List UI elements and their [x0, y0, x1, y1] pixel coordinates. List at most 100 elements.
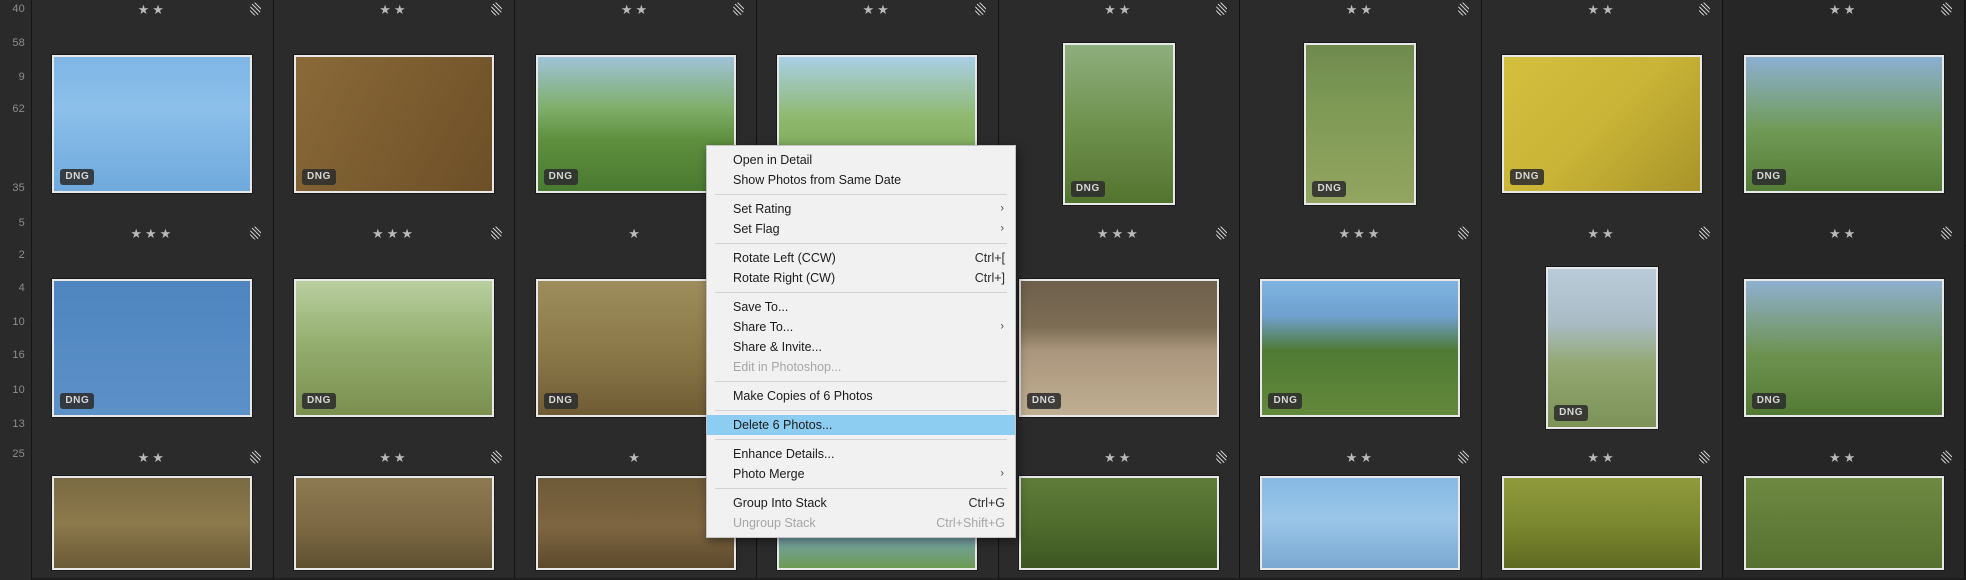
star-rating[interactable]: ★★	[1723, 451, 1964, 464]
photo-thumbnail[interactable]: DNG	[52, 279, 253, 417]
star-rating[interactable]: ★★	[999, 451, 1240, 464]
menu-item-delete-6-photos[interactable]: Delete 6 Photos...	[707, 415, 1015, 435]
photo-thumbnail[interactable]	[1018, 476, 1219, 570]
star-rating[interactable]: ★★	[32, 451, 273, 464]
photo-thumbnail[interactable]: DNG	[293, 279, 494, 417]
menu-separator	[715, 194, 1007, 195]
photo-cell[interactable]: DNG ★★	[1723, 246, 1965, 470]
gutter-number: 13	[12, 418, 25, 430]
star-rating[interactable]: ★★★	[274, 227, 515, 240]
photo-thumbnail[interactable]: DNG	[1304, 43, 1417, 205]
photo-cell[interactable]: DNG ★★	[273, 246, 516, 470]
photo-cell[interactable]: DNG ★★	[1723, 22, 1965, 246]
menu-item-label: Make Copies of 6 Photos	[733, 389, 873, 403]
star-rating[interactable]: ★★★	[999, 227, 1240, 240]
photo-cell[interactable]: DNG ★★	[998, 246, 1241, 470]
context-menu[interactable]: Open in Detail Show Photos from Same Date…	[706, 145, 1016, 538]
photo-cell[interactable]: ★★	[998, 0, 1241, 22]
star-rating[interactable]: ★★	[274, 3, 515, 16]
menu-item-rotate-left-ccw[interactable]: Rotate Left (CCW) Ctrl+[	[707, 248, 1015, 268]
photo-cell[interactable]	[1723, 470, 1965, 578]
edited-badge-icon	[1699, 226, 1711, 240]
menu-item-share-to[interactable]: Share To... ›	[707, 317, 1015, 337]
star-rating[interactable]: ★★	[32, 3, 273, 16]
menu-item-save-to[interactable]: Save To...	[707, 297, 1015, 317]
photo-cell[interactable]: ★★	[1723, 0, 1965, 22]
thumbnail-area	[1723, 470, 1964, 578]
photo-cell[interactable]: DNG ★★	[32, 246, 274, 470]
photo-cell[interactable]	[998, 470, 1241, 578]
star-rating[interactable]: ★★★	[1240, 227, 1481, 240]
photo-thumbnail[interactable]: DNG	[1546, 267, 1659, 429]
menu-item-make-copies-of-6-photos[interactable]: Make Copies of 6 Photos	[707, 386, 1015, 406]
edited-badge-icon	[1699, 450, 1711, 464]
star-rating[interactable]: ★★	[1240, 451, 1481, 464]
star-rating[interactable]: ★★★	[32, 227, 273, 240]
star-rating[interactable]: ★★	[999, 3, 1240, 16]
photo-cell[interactable]	[1481, 470, 1724, 578]
star-rating[interactable]: ★★	[1723, 3, 1964, 16]
star-rating[interactable]: ★★	[1482, 451, 1723, 464]
photo-cell[interactable]: ★★	[1240, 0, 1482, 22]
photo-thumbnail[interactable]	[1502, 476, 1703, 570]
photo-cell[interactable]: DNG ★★★	[998, 22, 1241, 246]
menu-item-enhance-details[interactable]: Enhance Details...	[707, 444, 1015, 464]
photo-cell[interactable]: DNG ★★	[1481, 246, 1724, 470]
menu-item-set-flag[interactable]: Set Flag ›	[707, 219, 1015, 239]
photo-cell[interactable]: ★★	[756, 0, 999, 22]
edited-badge-icon	[1216, 226, 1228, 240]
photo-cell[interactable]: ★★	[1481, 0, 1724, 22]
photo-cell[interactable]: DNG ★★	[1481, 22, 1724, 246]
photo-cell[interactable]: ★★	[515, 0, 757, 22]
menu-item-photo-merge[interactable]: Photo Merge ›	[707, 464, 1015, 484]
photo-thumbnail[interactable]	[52, 476, 253, 570]
star-rating[interactable]: ★★	[1482, 227, 1723, 240]
thumbnail-area: DNG	[1482, 246, 1723, 444]
star-rating[interactable]: ★★	[757, 3, 998, 16]
menu-item-set-rating[interactable]: Set Rating ›	[707, 199, 1015, 219]
photo-thumbnail[interactable]	[1260, 476, 1461, 570]
photo-cell[interactable]: ★★	[32, 0, 274, 22]
photo-thumbnail[interactable]: DNG	[1743, 55, 1944, 193]
star-rating[interactable]: ★★	[1482, 3, 1723, 16]
photo-thumbnail[interactable]: DNG	[293, 55, 494, 193]
photo-meta-bar: ★★	[1723, 444, 1964, 470]
photo-meta-bar: ★★	[274, 444, 515, 470]
menu-item-share-invite[interactable]: Share & Invite...	[707, 337, 1015, 357]
thumbnail-area	[1240, 470, 1481, 578]
menu-item-show-photos-from-same-date[interactable]: Show Photos from Same Date	[707, 170, 1015, 190]
photo-meta-bar: ★★	[999, 0, 1240, 22]
star-rating[interactable]: ★★	[274, 451, 515, 464]
photo-cell[interactable]: ★★	[273, 0, 516, 22]
star-rating[interactable]: ★★	[1723, 227, 1964, 240]
photo-thumbnail[interactable]: DNG	[1062, 43, 1175, 205]
photo-image	[1504, 478, 1701, 568]
photo-thumbnail[interactable]	[293, 476, 494, 570]
photo-cell[interactable]: DNG ★★★	[32, 22, 274, 246]
menu-item-rotate-right-cw[interactable]: Rotate Right (CW) Ctrl+]	[707, 268, 1015, 288]
photo-cell[interactable]: DNG ★★	[1240, 246, 1482, 470]
thumbnail-area	[999, 470, 1240, 578]
photo-thumbnail[interactable]: DNG	[52, 55, 253, 193]
photo-cell[interactable]	[273, 470, 516, 578]
photo-thumbnail[interactable]	[1743, 476, 1944, 570]
gutter-number: 16	[12, 349, 25, 361]
photo-cell[interactable]: DNG ★★★	[273, 22, 516, 246]
menu-item-label: Edit in Photoshop...	[733, 360, 842, 374]
menu-item-open-in-detail[interactable]: Open in Detail	[707, 150, 1015, 170]
dng-format-badge: DNG	[301, 393, 336, 409]
photo-cell[interactable]	[1240, 470, 1482, 578]
photo-cell[interactable]	[32, 470, 274, 578]
photo-grid-row: ★★ ★★ ★★ ★★ ★★ ★★ ★★ ★★	[32, 0, 1966, 22]
photo-thumbnail[interactable]: DNG	[1260, 279, 1461, 417]
photo-thumbnail[interactable]: DNG	[1502, 55, 1703, 193]
photo-cell[interactable]: DNG ★★★	[1240, 22, 1482, 246]
photo-thumbnail[interactable]: DNG	[1743, 279, 1944, 417]
photo-thumbnail[interactable]: DNG	[1018, 279, 1219, 417]
menu-item-group-into-stack[interactable]: Group Into Stack Ctrl+G	[707, 493, 1015, 513]
photo-grid-app: 40 58 9 62 35 5 2 4 10 16 10 13 25 ★★ ★★ ★★ ★★ ★★ ★★ ★★ ★★ D…	[0, 0, 1966, 580]
dng-format-badge: DNG	[1312, 181, 1347, 197]
dng-format-badge: DNG	[1751, 393, 1786, 409]
star-rating[interactable]: ★★	[1240, 3, 1481, 16]
star-rating[interactable]: ★★	[515, 3, 756, 16]
